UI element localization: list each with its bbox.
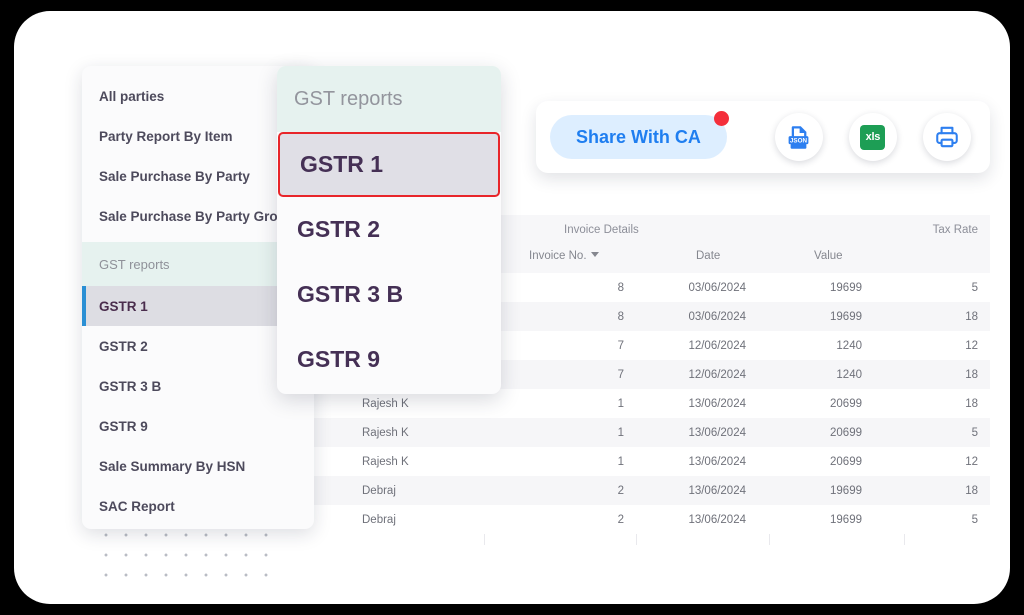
party-cell: Rajesh K — [362, 456, 409, 468]
invoice-no-cell: 2 — [617, 514, 624, 526]
sidebar-item-label: GSTR 3 B — [99, 378, 162, 394]
sidebar-item-label: Sale Summary By HSN — [99, 458, 246, 474]
flyout-item-gstr-9[interactable]: GSTR 9 — [277, 327, 501, 392]
date-cell: 13/06/2024 — [688, 398, 746, 410]
flyout-item-gstr-3-b[interactable]: GSTR 3 B — [277, 262, 501, 327]
flyout-item-label: GSTR 2 — [297, 216, 381, 242]
date-cell: 13/06/2024 — [688, 456, 746, 468]
tax-rate-cell: 12 — [965, 456, 978, 468]
invoice-no-cell: 1 — [617, 456, 624, 468]
flyout-header: GST reports — [277, 66, 501, 132]
chevron-down-icon — [590, 252, 599, 257]
export-xls-button[interactable]: xls — [848, 113, 897, 161]
value-cell: 19699 — [830, 282, 862, 294]
column-header-date[interactable]: Date — [696, 250, 720, 262]
invoice-no-cell: 7 — [617, 369, 624, 381]
sidebar-item-label: GSTR 9 — [99, 418, 148, 434]
invoice-no-cell: 8 — [617, 311, 624, 323]
column-header-invoice-no[interactable]: Invoice No. — [529, 250, 599, 262]
value-cell: 19699 — [830, 514, 862, 526]
device-frame: Invoice Details Tax Rate Invoice No. Dat… — [14, 11, 1010, 604]
party-cell: Debraj — [362, 514, 396, 526]
date-cell: 13/06/2024 — [688, 485, 746, 497]
sidebar-item-sac-report[interactable]: SAC Report — [82, 486, 314, 526]
flyout-item-label: GSTR 1 — [300, 151, 384, 177]
export-json-button[interactable]: JSON — [774, 113, 823, 161]
party-cell: Rajesh K — [362, 398, 409, 410]
flyout-item-gstr-2[interactable]: GSTR 2 — [277, 197, 501, 262]
date-cell: 13/06/2024 — [688, 514, 746, 526]
screenshot-root: Invoice Details Tax Rate Invoice No. Dat… — [0, 0, 1024, 615]
table-row[interactable]: Rajesh K 1 13/06/2024 20699 12 — [314, 447, 990, 476]
value-cell: 1240 — [836, 369, 862, 381]
table-row[interactable]: Debraj 2 13/06/2024 19699 5 — [314, 505, 990, 534]
tax-rate-cell: 18 — [965, 369, 978, 381]
tax-rate-cell: 12 — [965, 340, 978, 352]
xls-file-icon: xls — [860, 124, 886, 150]
invoice-no-cell: 7 — [617, 340, 624, 352]
sidebar-item-label: Sale Purchase By Party Group — [99, 208, 295, 224]
share-with-ca-label: Share With CA — [576, 126, 701, 147]
party-cell: Debraj — [362, 485, 396, 497]
report-actions-toolbar: Share With CA JSON xls — [536, 101, 990, 173]
tax-rate-cell: 18 — [965, 311, 978, 323]
sidebar-item-label: GSTR 1 — [99, 298, 148, 314]
flyout-item-gstr-1[interactable]: GSTR 1 — [278, 132, 500, 197]
flyout-item-list: GSTR 1 GSTR 2 GSTR 3 B GSTR 9 — [277, 132, 501, 392]
tax-rate-cell: 5 — [971, 282, 978, 294]
date-cell: 12/06/2024 — [688, 369, 746, 381]
invoice-no-cell: 1 — [617, 398, 624, 410]
date-cell: 12/06/2024 — [688, 340, 746, 352]
sidebar-item-sale-summary-by-hsn[interactable]: Sale Summary By HSN — [82, 446, 314, 486]
sidebar-item-label: GST reports — [99, 256, 170, 272]
party-cell: Rajesh K — [362, 427, 409, 439]
column-header-invoice-no-label: Invoice No. — [529, 250, 587, 262]
notification-badge-icon — [713, 111, 729, 126]
tax-rate-cell: 5 — [971, 427, 978, 439]
print-button[interactable] — [922, 113, 971, 161]
date-cell: 03/06/2024 — [688, 282, 746, 294]
invoice-no-cell: 8 — [617, 282, 624, 294]
printer-icon — [936, 126, 958, 148]
value-cell: 20699 — [830, 427, 862, 439]
sidebar-item-label: Sale Purchase By Party — [99, 168, 250, 184]
column-header-value[interactable]: Value — [814, 250, 843, 262]
sidebar-item-label: SAC Report — [99, 498, 175, 514]
sidebar-item-gstr-9[interactable]: GSTR 9 — [82, 406, 314, 446]
value-cell: 20699 — [830, 456, 862, 468]
date-cell: 13/06/2024 — [688, 427, 746, 439]
tax-rate-cell: 5 — [971, 514, 978, 526]
flyout-item-label: GSTR 3 B — [297, 281, 404, 307]
value-cell: 1240 — [836, 340, 862, 352]
sidebar-item-label: GSTR 2 — [99, 338, 148, 354]
group-header-tax-rate: Tax Rate — [932, 224, 978, 236]
group-header-invoice-details: Invoice Details — [564, 224, 639, 236]
value-cell: 20699 — [830, 398, 862, 410]
tax-rate-cell: 18 — [965, 485, 978, 497]
date-cell: 03/06/2024 — [688, 311, 746, 323]
invoice-no-cell: 2 — [617, 485, 624, 497]
table-row[interactable]: Debraj 2 13/06/2024 19699 18 — [314, 476, 990, 505]
flyout-item-label: GSTR 9 — [297, 346, 381, 372]
tax-rate-cell: 18 — [965, 398, 978, 410]
json-file-icon: JSON — [788, 125, 809, 149]
sidebar-item-label: All parties — [99, 88, 165, 104]
sidebar-item-label: Party Report By Item — [99, 128, 233, 144]
value-cell: 19699 — [830, 485, 862, 497]
share-with-ca-button[interactable]: Share With CA — [550, 111, 729, 159]
invoice-no-cell: 1 — [617, 427, 624, 439]
svg-text:JSON: JSON — [790, 137, 808, 144]
table-row[interactable]: Rajesh K 1 13/06/2024 20699 5 — [314, 418, 990, 447]
gst-reports-flyout: GST reports GSTR 1 GSTR 2 GSTR 3 B GSTR 9 — [277, 66, 501, 394]
value-cell: 19699 — [830, 311, 862, 323]
